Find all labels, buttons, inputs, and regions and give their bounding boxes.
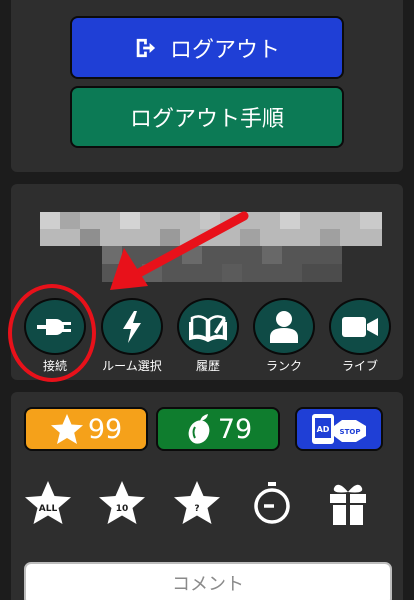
history-label: 履歴: [195, 359, 220, 373]
lightning-icon: [123, 310, 141, 343]
ad-stop-icon: AD STOP: [312, 414, 366, 444]
video-camera-icon: [342, 316, 378, 337]
logout-icon: [136, 38, 156, 57]
room-select-button[interactable]: [101, 298, 163, 355]
highlight-circle: [8, 284, 96, 382]
unknown-filter-label: ?: [194, 504, 199, 514]
seed-icon: [188, 414, 210, 444]
rank-button[interactable]: [253, 298, 315, 355]
book-icon: [189, 314, 227, 342]
live-button[interactable]: [329, 298, 391, 355]
rank-label: ランク: [265, 359, 302, 373]
seed-count-button[interactable]: 79: [156, 407, 280, 451]
red-arrow-icon: [110, 211, 249, 290]
room-select-label: ルーム選択: [102, 359, 162, 373]
ten-star-filter-button[interactable]: 10: [96, 478, 148, 530]
gift-icon: [330, 484, 366, 525]
unknown-star-filter-button[interactable]: ?: [171, 478, 223, 530]
live-label: ライブ: [341, 359, 378, 373]
logout-button[interactable]: ログアウト: [70, 16, 344, 79]
gift-button[interactable]: [322, 478, 374, 530]
stop-text: STOP: [340, 428, 361, 436]
ten-filter-label: 10: [116, 504, 129, 514]
stopwatch-button[interactable]: [246, 478, 298, 530]
stopwatch-icon: [254, 482, 290, 524]
ad-stop-button[interactable]: AD STOP: [295, 407, 383, 451]
logout-label: ログアウト: [169, 37, 280, 63]
logout-steps-label: ログアウト手順: [129, 107, 284, 132]
ad-text: AD: [317, 425, 330, 434]
all-filter-label: ALL: [39, 504, 58, 514]
all-star-filter-button[interactable]: ALL: [22, 478, 74, 530]
person-icon: [270, 310, 298, 343]
history-button[interactable]: [177, 298, 239, 355]
comment-input[interactable]: [24, 562, 392, 600]
star-icon: [50, 414, 83, 444]
logout-steps-button[interactable]: ログアウト手順: [70, 86, 344, 148]
seed-count: 79: [217, 413, 253, 445]
star-count: 99: [87, 413, 123, 445]
star-count-button[interactable]: 99: [24, 407, 148, 451]
